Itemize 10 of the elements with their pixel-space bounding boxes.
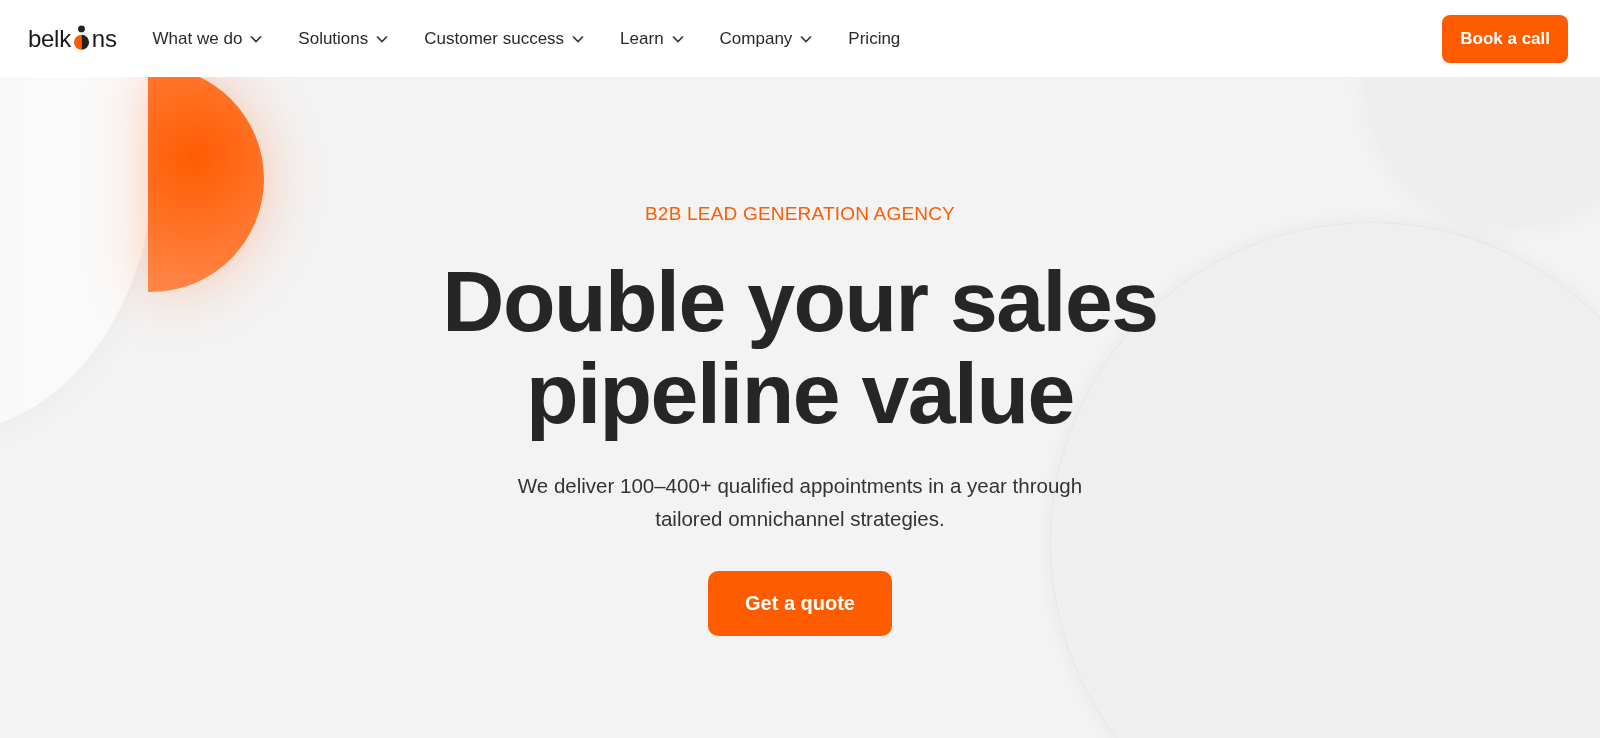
headline-line: Double your sales: [442, 255, 1158, 347]
nav-link[interactable]: What we do: [152, 28, 263, 49]
nav-link[interactable]: Company: [719, 28, 813, 49]
eyebrow-text: B2B LEAD GENERATION AGENCY: [645, 203, 955, 225]
nav-link[interactable]: Learn: [620, 28, 684, 49]
nav-link[interactable]: Customer success: [424, 28, 585, 49]
nav-link[interactable]: Solutions: [298, 28, 389, 49]
nav-link[interactable]: Pricing: [848, 28, 901, 49]
hero-description: We deliver 100–400+ qualified appointments in a year through tailored omnichannel strategies.: [516, 473, 1084, 532]
logo[interactable]: belk ns: [28, 24, 117, 53]
